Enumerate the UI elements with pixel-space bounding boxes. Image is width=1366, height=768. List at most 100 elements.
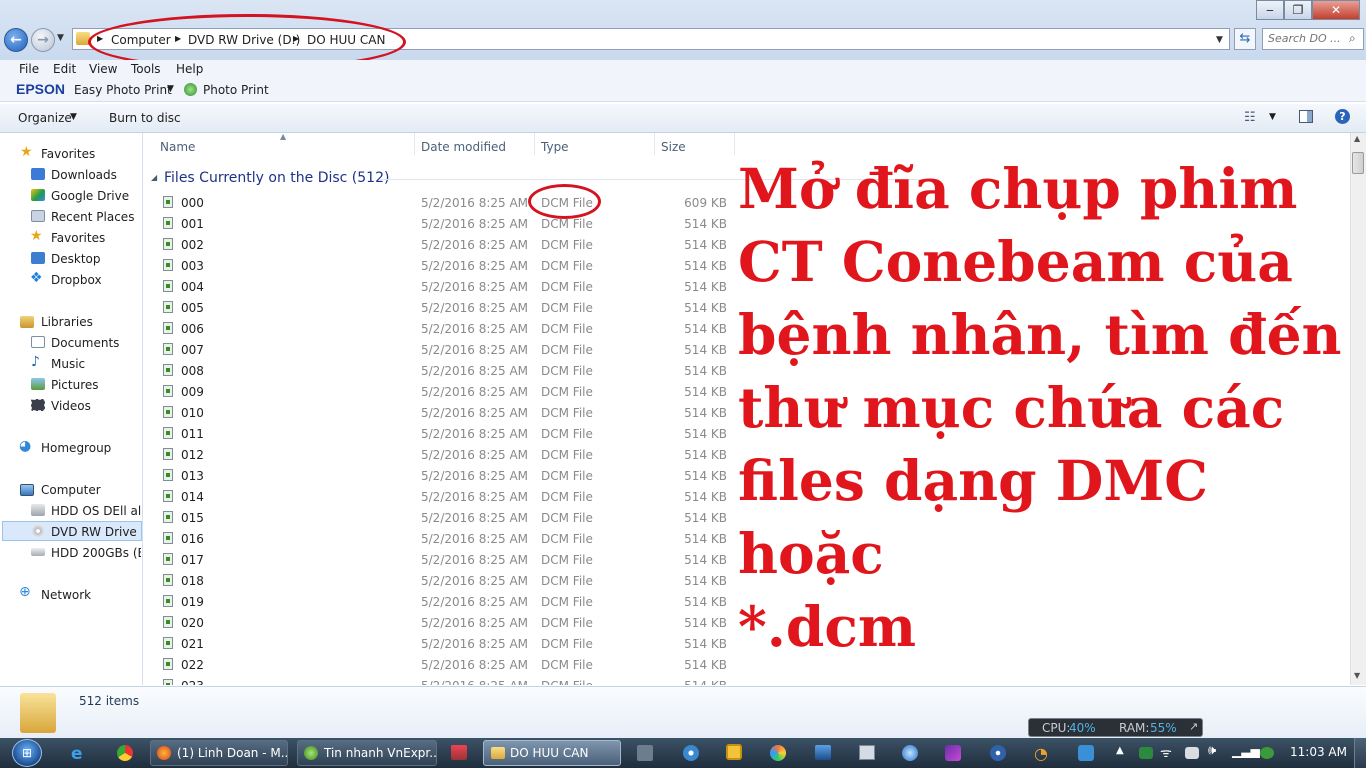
table-row[interactable]: 006 5/2/2016 8:25 AM DCM File 514 KB: [143, 319, 743, 340]
view-options-icon[interactable]: ☷: [1244, 110, 1256, 125]
column-name[interactable]: Name: [160, 140, 195, 154]
app-icon[interactable]: [815, 745, 831, 760]
nav-computer[interactable]: Computer: [41, 483, 101, 497]
maximize-button[interactable]: ❐: [1284, 0, 1312, 20]
refresh-button[interactable]: ⇆: [1234, 28, 1256, 50]
expand-icon[interactable]: ↗: [1189, 720, 1198, 733]
nav-favorites[interactable]: Favorites: [41, 147, 95, 161]
nav-recent-places[interactable]: Recent Places: [51, 210, 134, 224]
table-row[interactable]: 023 5/2/2016 8:25 AM DCM File 514 KB: [143, 676, 743, 685]
wifi-icon[interactable]: ᯤ: [1160, 743, 1172, 761]
table-row[interactable]: 021 5/2/2016 8:25 AM DCM File 514 KB: [143, 634, 743, 655]
app-icon[interactable]: [1078, 745, 1094, 761]
back-button[interactable]: ←: [4, 28, 28, 52]
signal-icon[interactable]: ▁▃▅: [1232, 744, 1260, 758]
app-icon[interactable]: [859, 745, 875, 760]
column-date-modified[interactable]: Date modified: [421, 140, 506, 154]
nav-videos[interactable]: Videos: [51, 399, 91, 413]
nav-homegroup[interactable]: Homegroup: [41, 441, 111, 455]
table-row[interactable]: 019 5/2/2016 8:25 AM DCM File 514 KB: [143, 592, 743, 613]
tray-app-icon[interactable]: [1185, 747, 1199, 759]
table-row[interactable]: 016 5/2/2016 8:25 AM DCM File 514 KB: [143, 529, 743, 550]
table-row[interactable]: 015 5/2/2016 8:25 AM DCM File 514 KB: [143, 508, 743, 529]
table-row[interactable]: 008 5/2/2016 8:25 AM DCM File 514 KB: [143, 361, 743, 382]
show-hidden-icons-icon[interactable]: ▲: [1116, 745, 1124, 756]
table-row[interactable]: 018 5/2/2016 8:25 AM DCM File 514 KB: [143, 571, 743, 592]
forward-button[interactable]: →: [31, 28, 55, 52]
table-row[interactable]: 017 5/2/2016 8:25 AM DCM File 514 KB: [143, 550, 743, 571]
nav-libraries[interactable]: Libraries: [41, 315, 93, 329]
group-collapse-icon[interactable]: ◢: [151, 173, 157, 182]
table-row[interactable]: 014 5/2/2016 8:25 AM DCM File 514 KB: [143, 487, 743, 508]
table-row[interactable]: 001 5/2/2016 8:25 AM DCM File 514 KB: [143, 214, 743, 235]
app-icon[interactable]: [451, 745, 467, 760]
app-icon[interactable]: [683, 745, 699, 761]
app-icon[interactable]: ◔: [1034, 744, 1048, 763]
table-row[interactable]: 011 5/2/2016 8:25 AM DCM File 514 KB: [143, 424, 743, 445]
app-icon[interactable]: [902, 745, 918, 761]
nav-documents[interactable]: Documents: [51, 336, 119, 350]
preview-pane-icon[interactable]: [1299, 110, 1313, 123]
nav-favorites-folder[interactable]: Favorites: [51, 231, 105, 245]
easy-photo-print-dropdown-icon[interactable]: ▼: [167, 84, 174, 94]
close-button[interactable]: ✕: [1312, 0, 1360, 20]
start-button[interactable]: ⊞: [12, 739, 42, 767]
table-row[interactable]: 022 5/2/2016 8:25 AM DCM File 514 KB: [143, 655, 743, 676]
column-type[interactable]: Type: [541, 140, 569, 154]
search-box[interactable]: ⌕: [1262, 28, 1364, 50]
address-dropdown-icon[interactable]: ▼: [1216, 35, 1223, 45]
easy-photo-print-button[interactable]: Easy Photo Print: [74, 83, 172, 97]
volume-icon[interactable]: 🕪: [1208, 743, 1216, 758]
photo-print-button[interactable]: Photo Print: [203, 83, 269, 97]
scroll-up-icon[interactable]: ▲: [1354, 134, 1360, 143]
table-row[interactable]: 009 5/2/2016 8:25 AM DCM File 514 KB: [143, 382, 743, 403]
nav-downloads[interactable]: Downloads: [51, 168, 117, 182]
task-explorer-active[interactable]: DO HUU CAN: [483, 740, 621, 766]
help-icon[interactable]: ?: [1335, 109, 1350, 124]
column-divider[interactable]: [734, 133, 735, 155]
column-divider[interactable]: [534, 133, 535, 155]
tray-app-icon[interactable]: [1260, 747, 1274, 759]
table-row[interactable]: 010 5/2/2016 8:25 AM DCM File 514 KB: [143, 403, 743, 424]
menu-help[interactable]: Help: [176, 62, 203, 76]
nav-network[interactable]: Network: [41, 588, 91, 602]
app-icon[interactable]: [990, 745, 1006, 761]
table-row[interactable]: 013 5/2/2016 8:25 AM DCM File 514 KB: [143, 466, 743, 487]
app-icon[interactable]: [945, 745, 961, 761]
nav-pictures[interactable]: Pictures: [51, 378, 99, 392]
view-dropdown-icon[interactable]: ▼: [1269, 112, 1276, 122]
table-row[interactable]: 004 5/2/2016 8:25 AM DCM File 514 KB: [143, 277, 743, 298]
nav-dropbox[interactable]: Dropbox: [51, 273, 102, 287]
table-row[interactable]: 012 5/2/2016 8:25 AM DCM File 514 KB: [143, 445, 743, 466]
nav-desktop[interactable]: Desktop: [51, 252, 101, 266]
vertical-scrollbar[interactable]: ▲ ▼: [1350, 133, 1366, 685]
nav-drive-c[interactable]: HDD OS DEll alienware: [51, 504, 141, 518]
burn-to-disc-button[interactable]: Burn to disc: [109, 111, 181, 125]
menu-file[interactable]: File: [19, 62, 39, 76]
column-divider[interactable]: [414, 133, 415, 155]
app-icon[interactable]: [726, 744, 742, 760]
app-icon[interactable]: [637, 745, 653, 761]
organize-button[interactable]: Organize: [18, 111, 72, 125]
scroll-down-icon[interactable]: ▼: [1354, 671, 1360, 680]
menu-view[interactable]: View: [89, 62, 117, 76]
organize-dropdown-icon[interactable]: ▼: [70, 112, 77, 122]
search-input[interactable]: [1268, 32, 1346, 45]
table-row[interactable]: 007 5/2/2016 8:25 AM DCM File 514 KB: [143, 340, 743, 361]
task-firefox[interactable]: (1) Linh Doan - M...: [150, 740, 288, 766]
table-row[interactable]: 020 5/2/2016 8:25 AM DCM File 514 KB: [143, 613, 743, 634]
tray-app-icon[interactable]: [1139, 747, 1153, 759]
clock[interactable]: 11:03 AM: [1290, 745, 1347, 759]
table-row[interactable]: 000 5/2/2016 8:25 AM DCM File 609 KB: [143, 193, 743, 214]
menu-tools[interactable]: Tools: [131, 62, 161, 76]
system-meter[interactable]: CPU: 40% RAM: 55% ↗: [1028, 718, 1203, 737]
column-divider[interactable]: [654, 133, 655, 155]
show-desktop-button[interactable]: [1354, 738, 1366, 768]
column-size[interactable]: Size: [661, 140, 686, 154]
nav-drive-d[interactable]: DVD RW Drive (D:): [51, 525, 141, 539]
table-row[interactable]: 005 5/2/2016 8:25 AM DCM File 514 KB: [143, 298, 743, 319]
recent-pages-chevron-icon[interactable]: ▼: [57, 33, 64, 43]
chrome-icon[interactable]: [117, 745, 133, 761]
app-icon[interactable]: [770, 745, 786, 761]
menu-edit[interactable]: Edit: [53, 62, 76, 76]
